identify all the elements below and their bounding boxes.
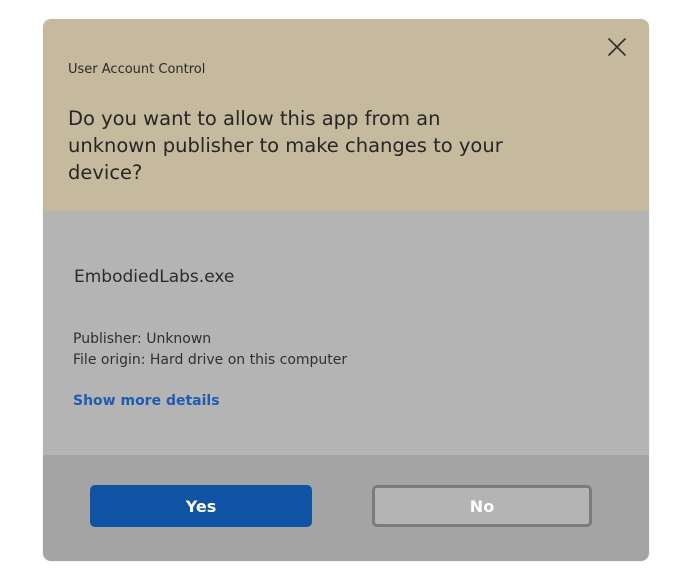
close-button[interactable] — [603, 33, 631, 61]
window-title: User Account Control — [68, 62, 206, 77]
no-button[interactable]: No — [372, 485, 592, 527]
dialog-footer: Yes No — [43, 455, 649, 561]
close-icon — [608, 38, 626, 56]
app-name: EmbodiedLabs.exe — [74, 267, 235, 287]
publisher-info: Publisher: Unknown — [73, 331, 212, 347]
dialog-body: EmbodiedLabs.exe Publisher: Unknown File… — [43, 211, 649, 455]
uac-dialog: User Account Control Do you want to allo… — [43, 19, 649, 561]
yes-button[interactable]: Yes — [90, 485, 312, 527]
dialog-header: User Account Control Do you want to allo… — [43, 19, 649, 211]
show-more-details-link[interactable]: Show more details — [73, 393, 220, 409]
file-origin-info: File origin: Hard drive on this computer — [73, 352, 348, 368]
dialog-question: Do you want to allow this app from an un… — [68, 107, 503, 184]
